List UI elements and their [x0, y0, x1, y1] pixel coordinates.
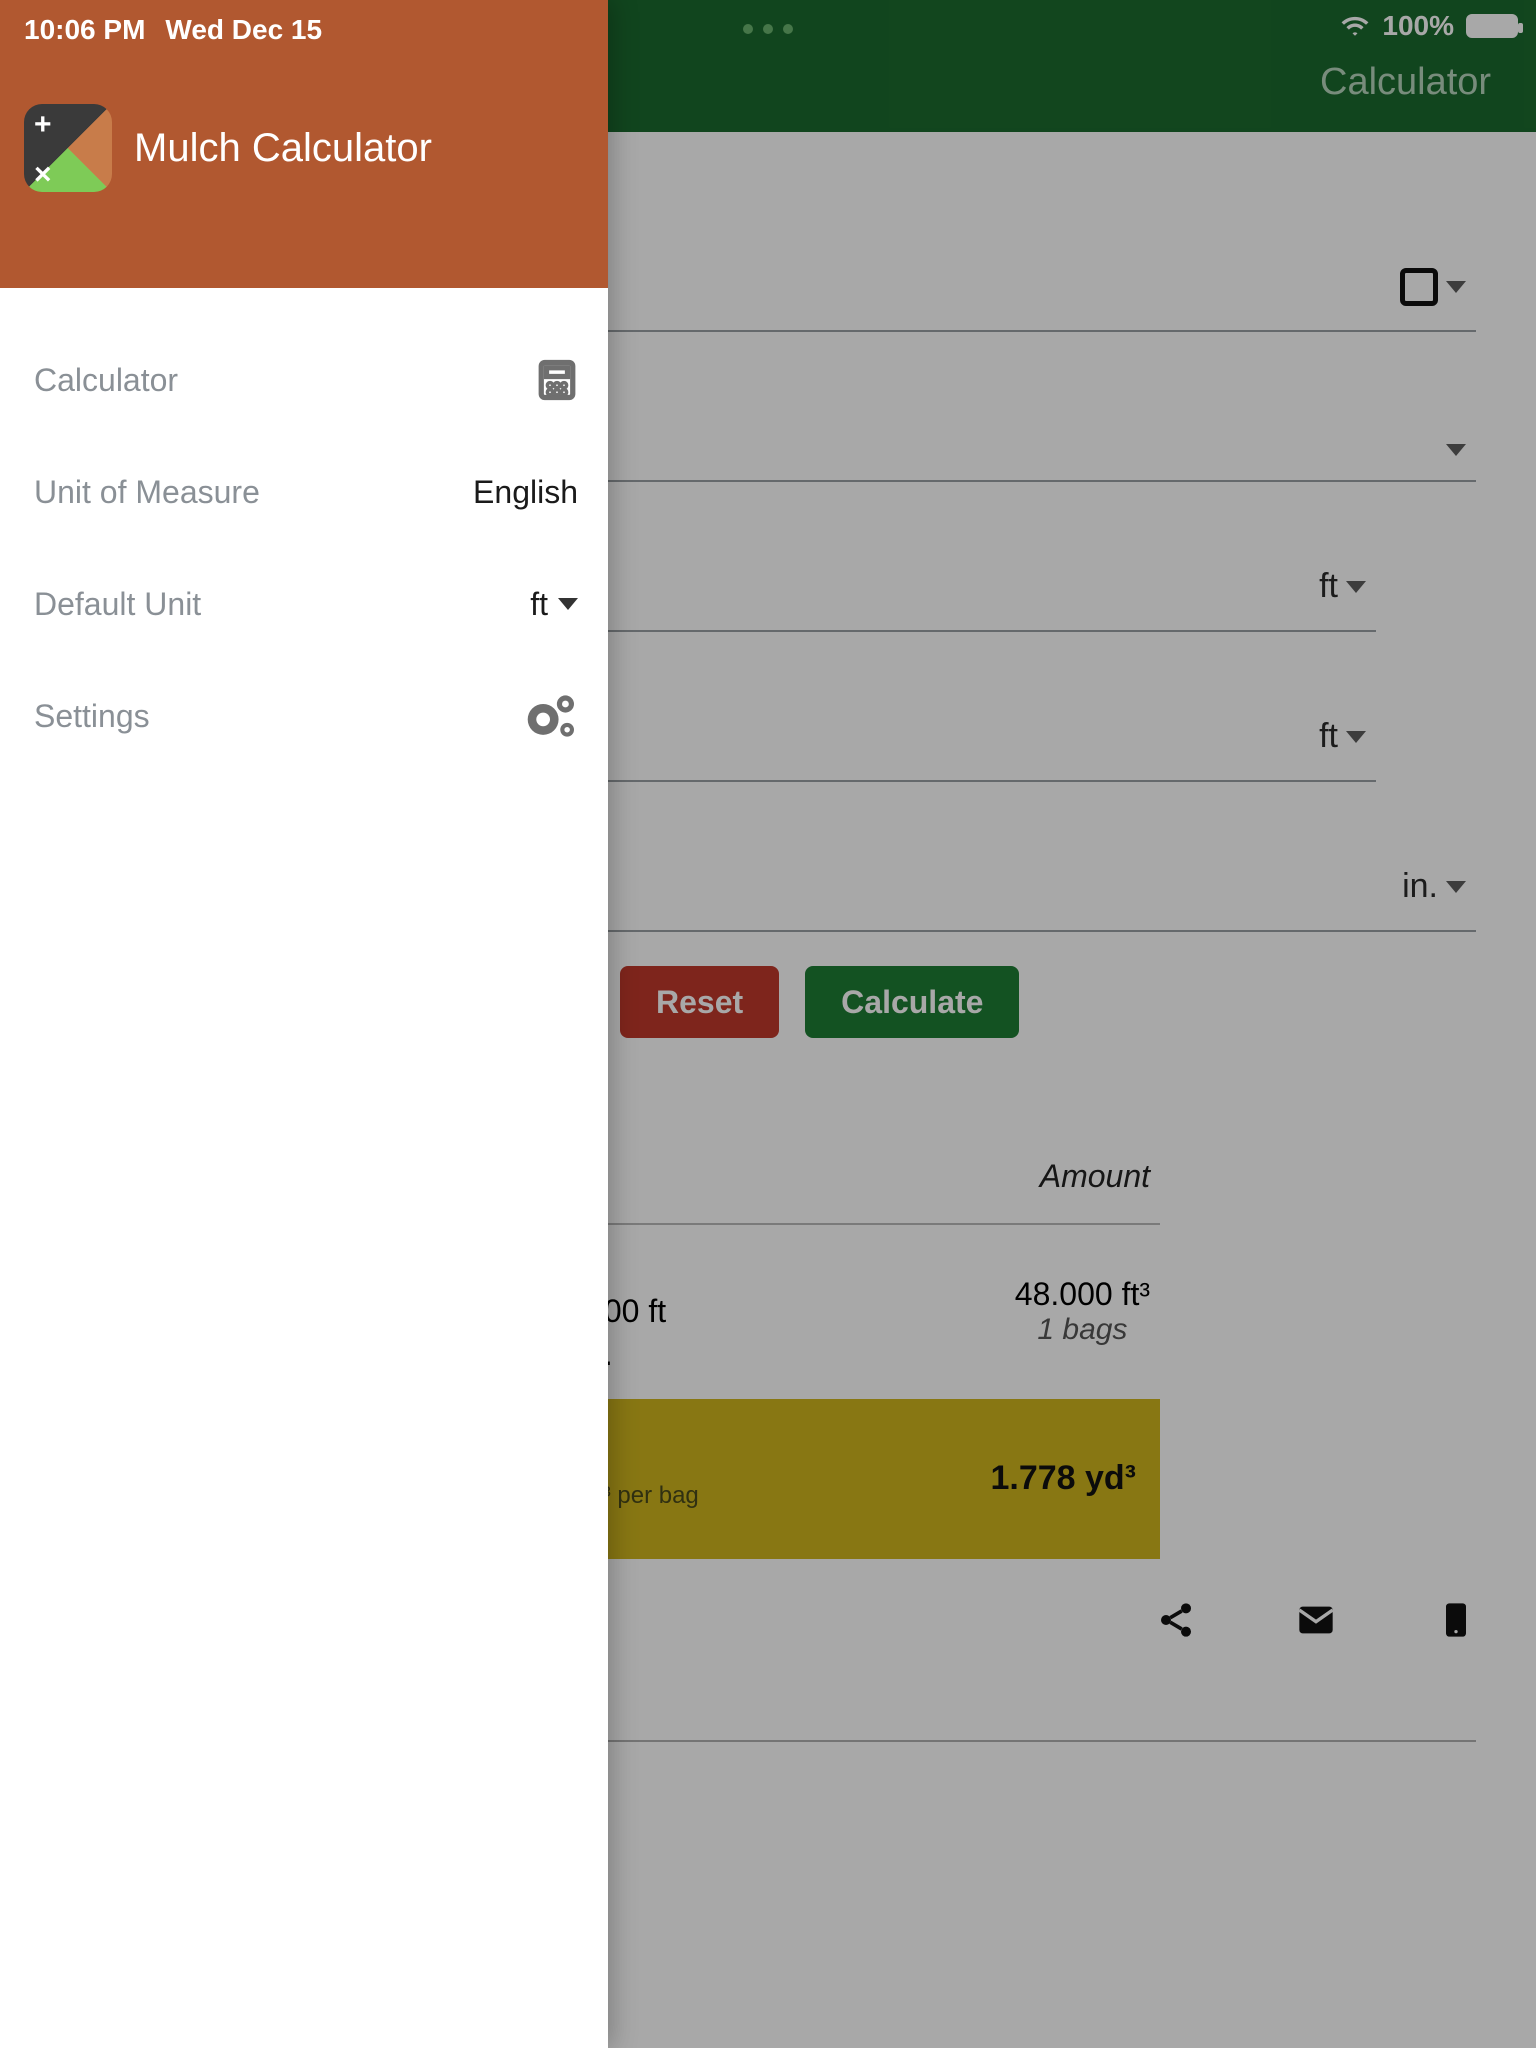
- drawer-item-label: Calculator: [34, 362, 178, 399]
- status-left: 10:06 PM Wed Dec 15: [24, 14, 584, 46]
- drawer-item-settings[interactable]: Settings: [34, 660, 578, 772]
- app-name: Mulch Calculator: [134, 126, 432, 171]
- drawer-item-unit-of-measure[interactable]: Unit of Measure English: [34, 436, 578, 548]
- app-icon: [24, 104, 112, 192]
- side-drawer: 10:06 PM Wed Dec 15 Mulch Calculator Cal…: [0, 0, 608, 2048]
- drawer-item-label: Default Unit: [34, 586, 201, 623]
- drawer-item-label: Unit of Measure: [34, 474, 260, 511]
- drawer-header: 10:06 PM Wed Dec 15 Mulch Calculator: [0, 0, 608, 288]
- chevron-down-icon: [558, 598, 578, 610]
- drawer-item-default-unit[interactable]: Default Unit ft: [34, 548, 578, 660]
- gear-icon: [522, 692, 578, 740]
- unit-of-measure-value: English: [473, 474, 578, 511]
- drawer-item-label: Settings: [34, 698, 150, 735]
- drawer-item-calculator[interactable]: Calculator: [34, 324, 578, 436]
- default-unit-value: ft: [530, 586, 578, 623]
- status-time: 10:06 PM: [24, 14, 145, 46]
- calculator-icon: [536, 359, 578, 401]
- status-date: Wed Dec 15: [165, 14, 322, 46]
